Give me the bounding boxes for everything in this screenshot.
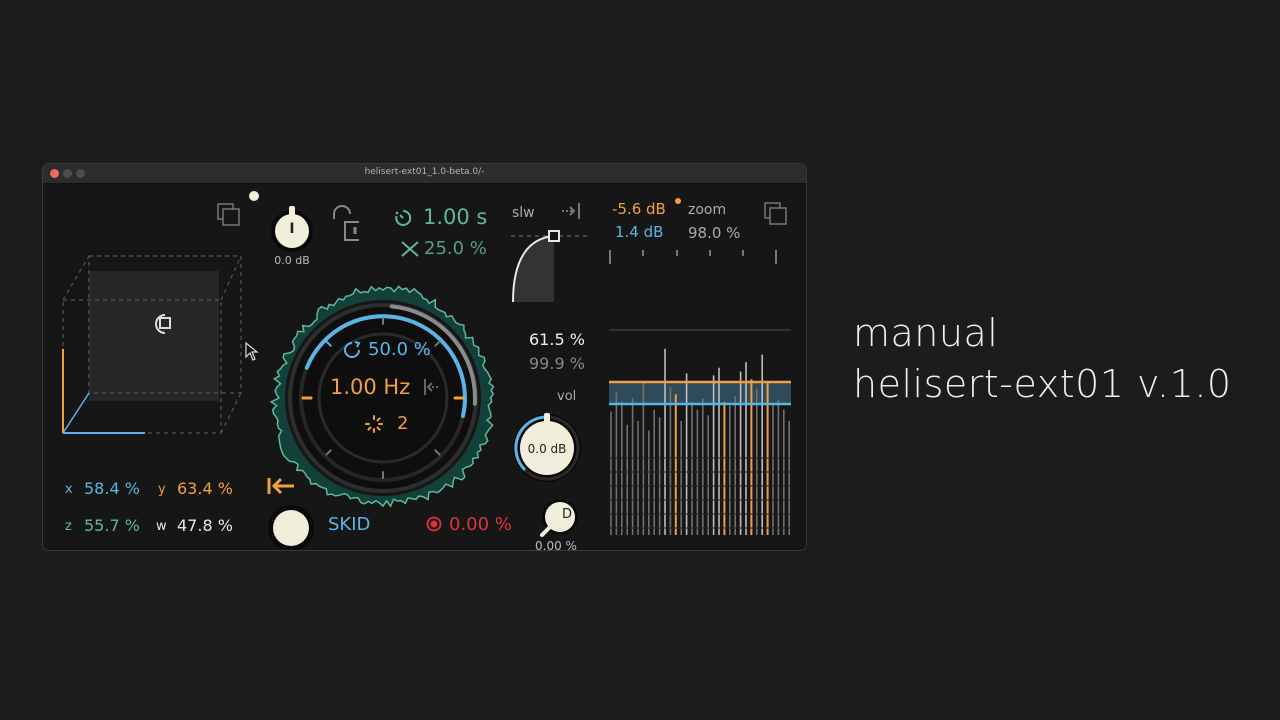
orange-indicator-dot bbox=[675, 198, 681, 204]
y-value[interactable]: 63.4 % bbox=[177, 479, 233, 498]
slw-label: slw bbox=[512, 205, 535, 221]
drive-value[interactable]: 0.00 % bbox=[535, 539, 577, 550]
blue-db-value[interactable]: 1.4 dB bbox=[615, 223, 663, 241]
timer-icon bbox=[395, 209, 412, 226]
w-value[interactable]: 47.8 % bbox=[177, 516, 233, 535]
zoom-ruler[interactable] bbox=[609, 246, 789, 268]
level-meter-display[interactable] bbox=[609, 328, 791, 535]
cube-back-face bbox=[89, 271, 219, 401]
record-value[interactable]: 0.00 % bbox=[449, 514, 512, 535]
vol-value: 0.0 dB bbox=[527, 442, 567, 456]
slew-curve-handle bbox=[548, 230, 560, 242]
input-gain-value: 0.0 dB bbox=[274, 254, 310, 267]
z-label: z bbox=[65, 519, 72, 534]
input-knob-glyph: I bbox=[289, 221, 295, 237]
input-gain-knob[interactable]: I bbox=[271, 206, 313, 252]
sync-arrows-icon[interactable] bbox=[423, 378, 441, 396]
plugin-window: helisert-ext01_1.0-beta.0/- x 58.4 % y 6… bbox=[43, 164, 806, 550]
slw-value-2[interactable]: 99.9 % bbox=[529, 354, 585, 373]
x-label: x bbox=[65, 482, 73, 497]
copy-icon-meter[interactable] bbox=[764, 202, 790, 226]
zoom-label: zoom bbox=[688, 202, 727, 218]
window-title: helisert-ext01_1.0-beta.0/- bbox=[364, 167, 485, 177]
copy-icon[interactable] bbox=[217, 203, 243, 227]
w-label: w bbox=[156, 519, 167, 534]
trigger-button[interactable] bbox=[268, 505, 314, 550]
z-value[interactable]: 55.7 % bbox=[84, 516, 140, 535]
return-arrow-icon[interactable] bbox=[266, 476, 296, 496]
crossfade-icon bbox=[401, 241, 419, 257]
caption-line-1: manual bbox=[853, 311, 999, 355]
plugin-content: x 58.4 % y 63.4 % z 55.7 % w 47.8 % I 0.… bbox=[43, 184, 806, 550]
mode-label[interactable]: SKID bbox=[328, 514, 370, 535]
mouse-cursor-icon bbox=[245, 342, 259, 361]
xyz-cube-display[interactable] bbox=[53, 239, 253, 439]
orange-db-value[interactable]: -5.6 dB bbox=[612, 200, 666, 218]
title-bar[interactable]: helisert-ext01_1.0-beta.0/- bbox=[43, 164, 806, 184]
indicator-dot bbox=[249, 191, 259, 201]
dial-percent-value[interactable]: 50.0 % bbox=[368, 339, 431, 360]
align-right-icon[interactable] bbox=[560, 202, 582, 220]
refresh-icon bbox=[344, 341, 361, 358]
unlock-icon[interactable] bbox=[329, 204, 359, 244]
vol-label: vol bbox=[557, 389, 577, 404]
dial-rate-value[interactable]: 1.00 Hz bbox=[330, 375, 410, 399]
x-value[interactable]: 58.4 % bbox=[84, 479, 140, 498]
spinner-icon bbox=[365, 415, 383, 433]
mix-value[interactable]: 25.0 % bbox=[424, 238, 487, 259]
y-label: y bbox=[158, 482, 166, 497]
slew-curve-display[interactable] bbox=[509, 228, 589, 308]
time-value[interactable]: 1.00 s bbox=[423, 205, 487, 229]
caption-line-2: helisert-ext01 v.1.0 bbox=[853, 362, 1232, 406]
drive-knob-glyph: D bbox=[561, 507, 572, 522]
record-icon[interactable] bbox=[426, 516, 442, 532]
dial-count-value[interactable]: 2 bbox=[397, 413, 408, 434]
slw-value-1[interactable]: 61.5 % bbox=[529, 330, 585, 349]
zoom-value[interactable]: 98.0 % bbox=[688, 224, 740, 242]
